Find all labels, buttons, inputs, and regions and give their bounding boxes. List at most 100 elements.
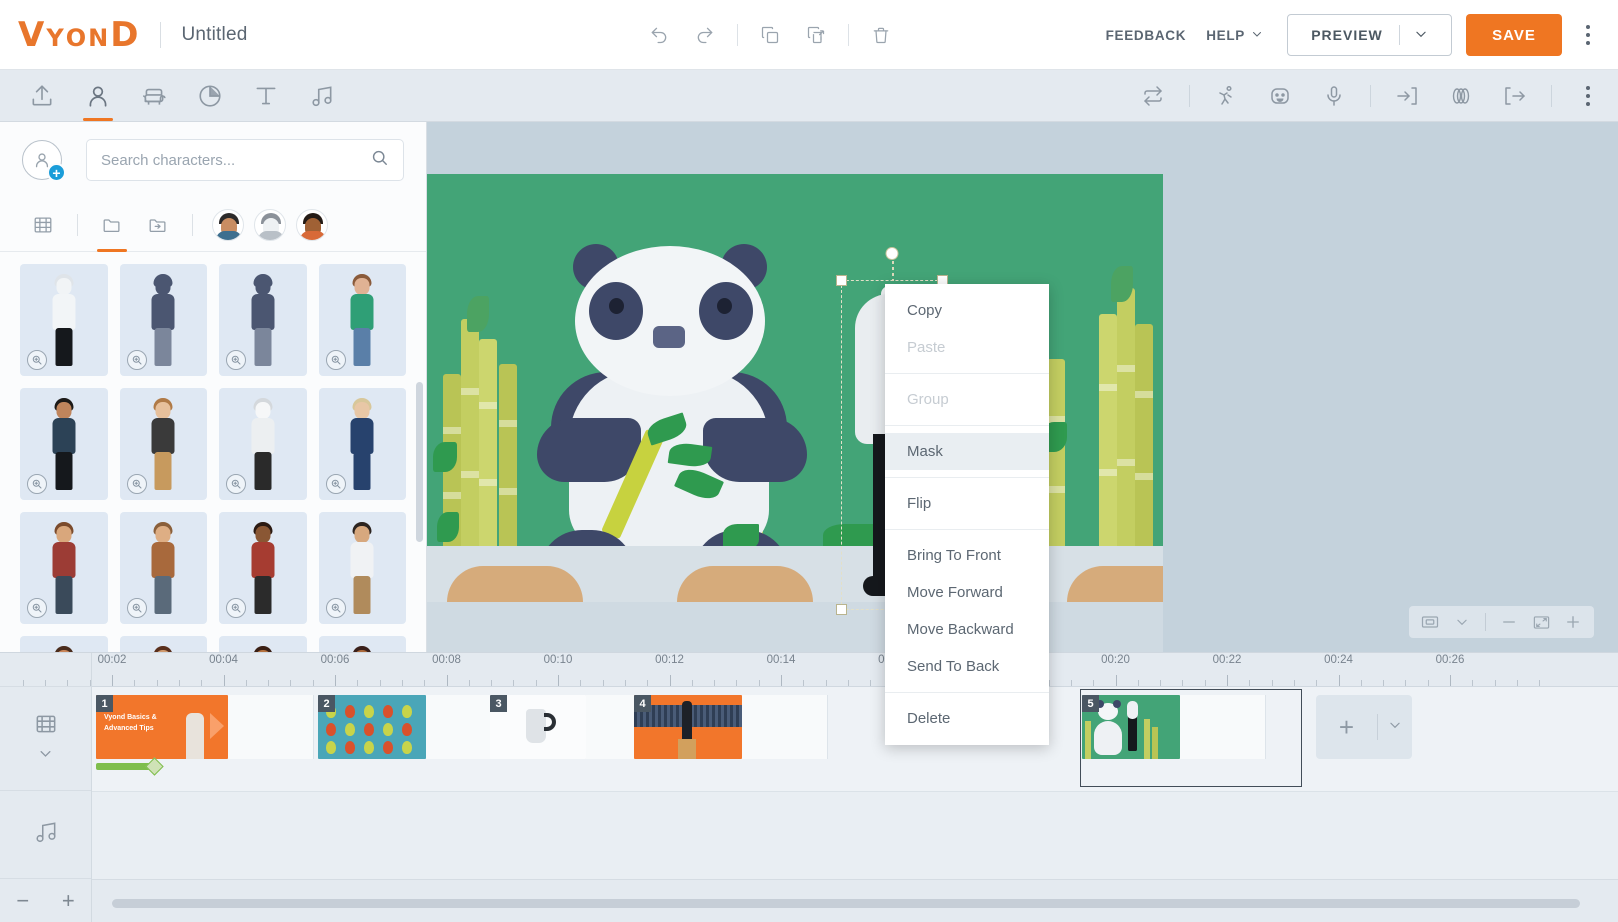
upload-tool-icon[interactable] (16, 71, 68, 121)
character-thumb[interactable] (319, 512, 407, 624)
timeline-zoom-in-button[interactable]: + (62, 890, 75, 912)
props-tool-icon[interactable] (128, 71, 180, 121)
zoom-preview-icon[interactable] (326, 350, 346, 370)
voice-tool-icon[interactable] (1308, 71, 1360, 121)
copy-icon[interactable] (747, 12, 793, 58)
audio-track-toggle[interactable] (0, 791, 91, 879)
scene-gap[interactable] (1180, 695, 1266, 759)
avatar-style-contemporary[interactable] (212, 209, 244, 241)
sidebar-item-folder[interactable] (91, 204, 133, 246)
character-thumb[interactable] (20, 264, 108, 376)
character-thumb[interactable] (319, 636, 407, 652)
text-tool-icon[interactable] (240, 71, 292, 121)
context-delete[interactable]: Delete (885, 700, 1049, 737)
rotation-handle[interactable] (886, 247, 899, 260)
scene-clip[interactable]: 5 (1082, 695, 1180, 759)
resize-handle-bottom-left[interactable] (836, 604, 847, 615)
character-thumb[interactable] (120, 264, 208, 376)
header-more-icon[interactable] (1568, 12, 1608, 58)
document-title[interactable]: Untitled (181, 24, 247, 46)
character-thumb[interactable] (120, 636, 208, 652)
search-icon[interactable] (370, 148, 389, 172)
context-mask[interactable]: Mask (885, 433, 1049, 470)
scene-clip[interactable]: 3 (490, 695, 586, 759)
avatar-style-whiteboard[interactable] (254, 209, 286, 241)
character-thumb[interactable] (20, 512, 108, 624)
add-scene-plus-icon[interactable]: + (1316, 714, 1377, 740)
zoom-preset-chevron-down-icon[interactable] (1447, 607, 1477, 637)
character-thumb[interactable] (120, 388, 208, 500)
context-copy[interactable]: Copy (885, 292, 1049, 329)
zoom-out-icon[interactable] (1494, 607, 1524, 637)
sidebar-scrollbar[interactable] (416, 382, 423, 542)
audio-track[interactable] (92, 791, 1618, 879)
preview-button[interactable]: PREVIEW (1287, 14, 1452, 56)
zoom-preview-icon[interactable] (27, 350, 47, 370)
fit-frame-icon[interactable] (1415, 607, 1445, 637)
audio-tool-icon[interactable] (296, 71, 348, 121)
zoom-preview-icon[interactable] (226, 350, 246, 370)
action-tool-icon[interactable] (1200, 71, 1252, 121)
zoom-preview-icon[interactable] (226, 474, 246, 494)
help-button[interactable]: HELP (1196, 20, 1273, 51)
redo-icon[interactable] (682, 12, 728, 58)
context-move-backward[interactable]: Move Backward (885, 611, 1049, 648)
scene-gap[interactable] (228, 695, 314, 759)
paste-icon[interactable] (793, 12, 839, 58)
vyond-logo[interactable]: VYOND (18, 15, 140, 55)
fit-screen-icon[interactable] (1526, 607, 1556, 637)
preview-chevron-down-icon[interactable] (1414, 27, 1428, 44)
expression-tool-icon[interactable] (1254, 71, 1306, 121)
character-thumb[interactable] (20, 388, 108, 500)
context-send-to-back[interactable]: Send To Back (885, 648, 1049, 685)
zoom-preview-icon[interactable] (127, 598, 147, 618)
character-thumb[interactable] (319, 388, 407, 500)
undo-icon[interactable] (636, 12, 682, 58)
character-thumb[interactable] (120, 512, 208, 624)
zoom-preview-icon[interactable] (226, 598, 246, 618)
add-scene-chevron-down-icon[interactable] (1378, 718, 1412, 737)
character-thumb[interactable] (20, 636, 108, 652)
character-thumb[interactable] (219, 636, 307, 652)
avatar-style-business[interactable] (296, 209, 328, 241)
character-thumb[interactable] (219, 512, 307, 624)
context-move-forward[interactable]: Move Forward (885, 574, 1049, 611)
timeline-ruler[interactable]: 00:0200:0400:0600:0800:1000:1200:1400:16… (92, 653, 1618, 687)
feedback-button[interactable]: FEEDBACK (1096, 20, 1197, 51)
zoom-preview-icon[interactable] (127, 474, 147, 494)
toolbar-more-icon[interactable] (1568, 73, 1608, 119)
search-input[interactable] (101, 152, 370, 169)
timeline-zoom-out-button[interactable]: − (16, 890, 29, 912)
context-bring-to-front[interactable]: Bring To Front (885, 537, 1049, 574)
scenes-track[interactable]: 1Vyond Basics &Advanced Tips 234 5 + (92, 687, 1618, 791)
panda-character[interactable] (527, 232, 857, 582)
add-scene-button[interactable]: + (1316, 695, 1412, 759)
characters-tool-icon[interactable] (72, 71, 124, 121)
zoom-preview-icon[interactable] (27, 474, 47, 494)
timeline-horizontal-scrollbar[interactable] (112, 899, 1580, 908)
trash-icon[interactable] (858, 12, 904, 58)
character-thumb[interactable] (219, 388, 307, 500)
save-button[interactable]: SAVE (1466, 14, 1562, 56)
sidebar-item-import-folder[interactable] (137, 204, 179, 246)
search-characters-field[interactable] (86, 139, 404, 181)
resize-handle-top-left[interactable] (836, 275, 847, 286)
motion-tool-icon[interactable] (1435, 71, 1487, 121)
playhead-knob[interactable] (145, 757, 163, 775)
sidebar-item-library[interactable] (22, 204, 64, 246)
character-thumb[interactable] (219, 264, 307, 376)
add-character-button[interactable]: + (22, 140, 62, 180)
swap-tool-icon[interactable] (1127, 71, 1179, 121)
character-thumb[interactable] (319, 264, 407, 376)
scene-clip[interactable]: 1Vyond Basics &Advanced Tips (96, 695, 228, 759)
scene-clip[interactable]: 4 (634, 695, 742, 759)
zoom-preview-icon[interactable] (326, 598, 346, 618)
scene-clip[interactable]: 2 (318, 695, 426, 759)
context-flip[interactable]: Flip (885, 485, 1049, 522)
scenes-chevron-down-icon[interactable] (38, 746, 53, 766)
scene-gap[interactable] (742, 695, 828, 759)
zoom-in-icon[interactable] (1558, 607, 1588, 637)
zoom-preview-icon[interactable] (27, 598, 47, 618)
enter-effect-tool-icon[interactable] (1381, 71, 1433, 121)
zoom-preview-icon[interactable] (326, 474, 346, 494)
